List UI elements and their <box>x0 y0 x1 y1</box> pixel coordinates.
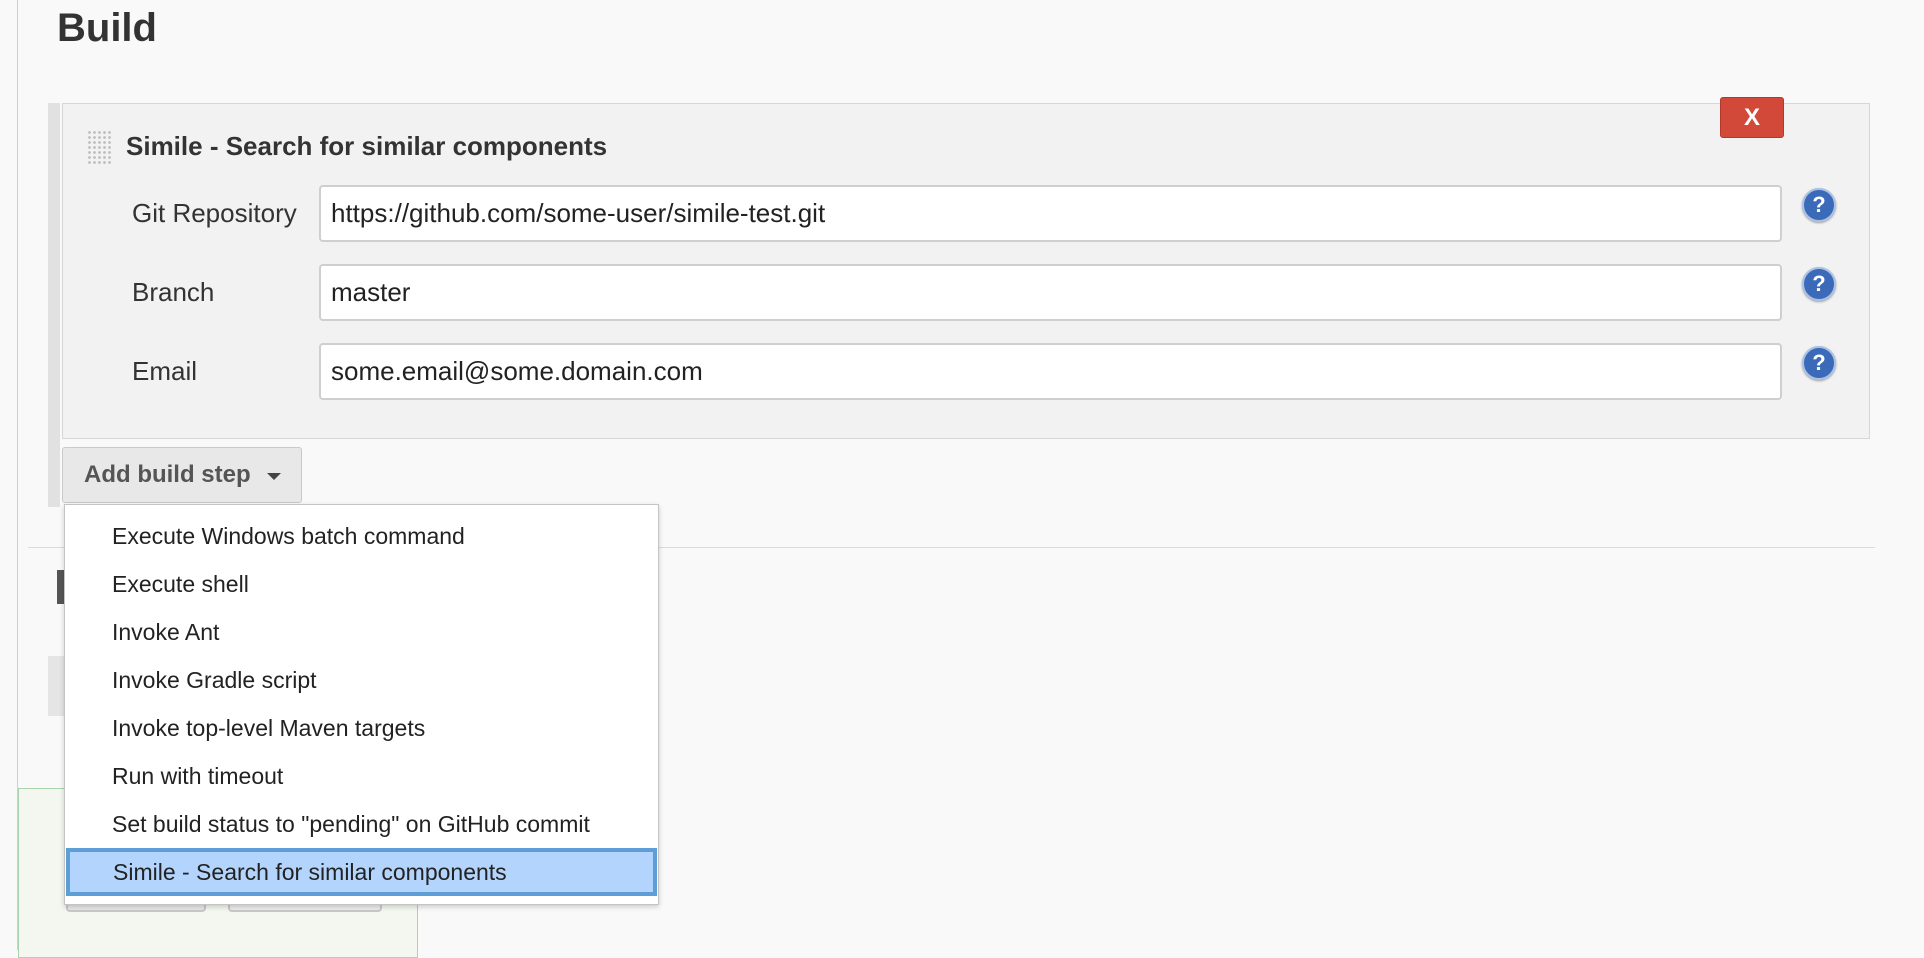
caret-down-icon <box>267 473 281 480</box>
menu-item-simile-search[interactable]: Simile - Search for similar components <box>66 848 657 896</box>
menu-item-invoke-ant[interactable]: Invoke Ant <box>65 608 658 656</box>
branch-help-icon[interactable]: ? <box>1802 267 1836 301</box>
add-build-step-button[interactable]: Add build step <box>62 447 302 503</box>
email-label: Email <box>132 356 198 386</box>
obscured-step-accent <box>48 656 64 716</box>
drag-handle-icon[interactable] <box>87 130 111 164</box>
branch-label: Branch <box>132 277 215 307</box>
git-repository-help-icon[interactable]: ? <box>1802 188 1836 222</box>
menu-item-run-with-timeout[interactable]: Run with timeout <box>65 752 658 800</box>
git-repository-label: Git Repository <box>132 198 297 228</box>
build-step-title: Simile - Search for similar components <box>126 131 608 161</box>
menu-item-invoke-maven[interactable]: Invoke top-level Maven targets <box>65 704 658 752</box>
git-repository-input[interactable] <box>319 185 1782 242</box>
build-step-accent-bar <box>48 103 60 507</box>
menu-item-invoke-gradle[interactable]: Invoke Gradle script <box>65 656 658 704</box>
email-help-icon[interactable]: ? <box>1802 346 1836 380</box>
menu-item-set-build-status[interactable]: Set build status to "pending" on GitHub … <box>65 800 658 848</box>
email-input[interactable] <box>319 343 1782 400</box>
build-step-dropdown-menu: Execute Windows batch command Execute sh… <box>64 504 659 905</box>
section-title: Build <box>57 6 157 50</box>
delete-step-button[interactable]: X <box>1720 97 1784 138</box>
menu-item-execute-windows-batch[interactable]: Execute Windows batch command <box>65 512 658 560</box>
branch-input[interactable] <box>319 264 1782 321</box>
add-build-step-label: Add build step <box>84 461 251 488</box>
menu-item-execute-shell[interactable]: Execute shell <box>65 560 658 608</box>
